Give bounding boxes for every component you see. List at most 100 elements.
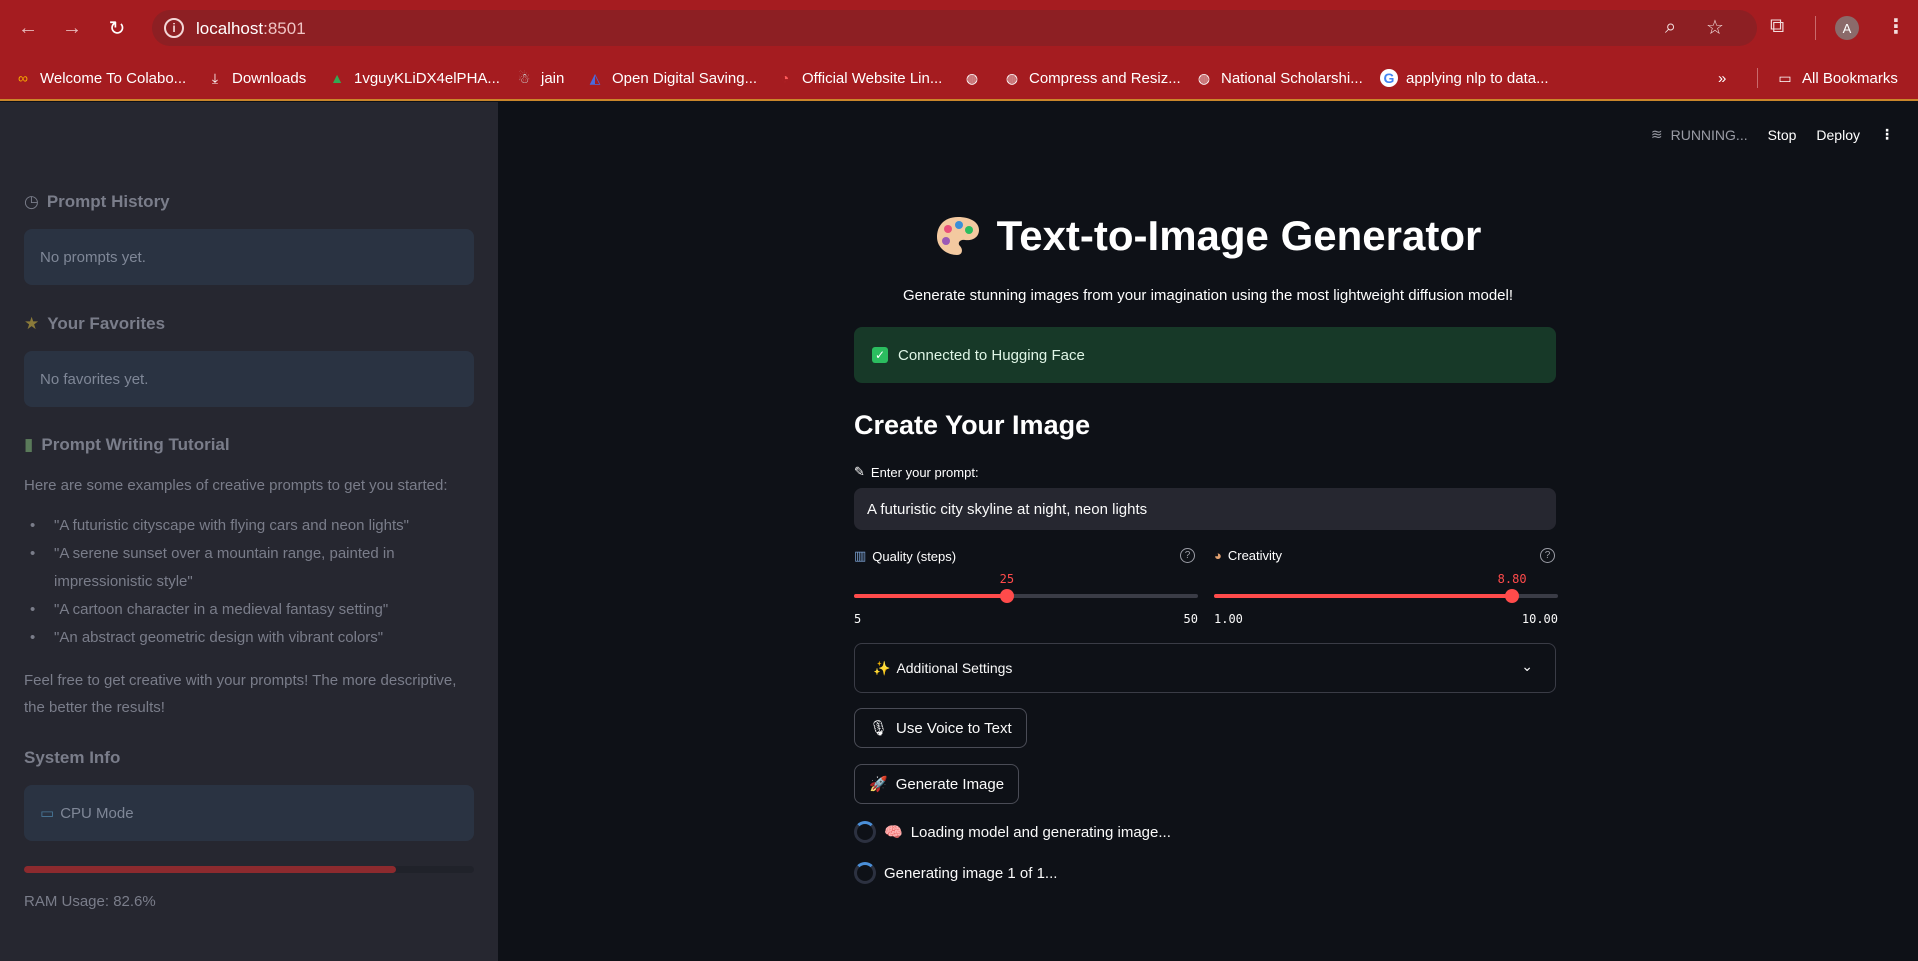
back-icon[interactable]: ←	[14, 14, 42, 42]
quality-label: ▥ Quality (steps)	[854, 548, 957, 564]
history-box: No prompts yet.	[24, 229, 474, 285]
bookmark-digital-saving[interactable]: ◭ Open Digital Saving...	[586, 66, 757, 90]
memo-icon: ✎	[854, 464, 865, 479]
books-icon: ▮	[24, 435, 34, 454]
quality-slider[interactable]: 25 5 50	[854, 564, 1198, 626]
bookmark-compress[interactable]: ◍ Compress and Resiz...	[1003, 66, 1181, 90]
section-title: Create Your Image	[854, 410, 1091, 440]
browser-toolbar: ← → ↻ i localhost:8501 ⌕ ☆ ⧉ A ⋮	[0, 0, 1918, 56]
swimmer-icon: ≋	[1650, 126, 1663, 142]
creativity-slider[interactable]: 8.80 1.00 10.00	[1214, 564, 1558, 626]
prompt-label: ✎ Enter your prompt:	[854, 464, 979, 480]
bookmark-drive[interactable]: ▲ 1vguyKLiDX4elPHA...	[328, 66, 500, 90]
tutorial-heading: ▮ Prompt Writing Tutorial	[24, 435, 230, 454]
extensions-icon[interactable]: ⧉	[1770, 15, 1784, 38]
prompt-input[interactable]	[854, 488, 1556, 530]
running-indicator: ≋ RUNNING...	[1650, 126, 1748, 143]
ram-usage-label: RAM Usage: 82.6%	[24, 893, 156, 910]
tutorial-outro: Feel free to get creative with your prom…	[24, 672, 457, 716]
bookmark-globe[interactable]: ◍	[963, 66, 989, 90]
example-list: "A futuristic cityscape with flying cars…	[24, 512, 464, 652]
slider-thumb[interactable]	[999, 589, 1014, 603]
creativity-label: ◕ Creativity	[1214, 548, 1283, 563]
main-content: ≋ RUNNING... Stop Deploy ⋮ Text-to-Image …	[498, 102, 1918, 961]
bookmark-nlp[interactable]: Gapplying nlp to data...	[1380, 66, 1549, 90]
download-icon: ⤓	[211, 69, 219, 86]
ram-progress-fill	[24, 866, 396, 873]
bookmarks-divider	[1757, 68, 1758, 88]
ram-progress-bar	[24, 866, 474, 873]
bookmark-scholarship[interactable]: ◍ National Scholarshi...	[1195, 66, 1363, 90]
zoom-icon[interactable]: ⌕	[1665, 16, 1676, 39]
progress-status: Generating image 1 of 1...	[854, 862, 1057, 884]
slider-min: 1.00	[1214, 612, 1243, 626]
robot-icon: ☃	[517, 69, 531, 86]
menu-kebab-icon[interactable]: ⋮	[1886, 14, 1906, 39]
address-bar[interactable]: i localhost:8501	[152, 10, 1757, 46]
list-item: "A serene sunset over a mountain range, …	[24, 540, 464, 596]
rocket-icon: 🚀	[869, 776, 888, 793]
loading-status: 🧠 Loading model and generating image...	[854, 821, 1171, 843]
slider-thumb[interactable]	[1505, 589, 1520, 603]
app-menu-icon[interactable]: ⋮	[1880, 126, 1894, 143]
page-title: Text-to-Image Generator	[498, 212, 1918, 260]
microphone-icon: 🎙	[869, 720, 889, 737]
voice-to-text-button[interactable]: 🎙 Use Voice to Text	[854, 708, 1027, 748]
folder-icon: ▭	[1778, 69, 1792, 86]
gauge-icon: ▥	[854, 548, 867, 563]
all-bookmarks[interactable]: ▭ All Bookmarks	[1776, 66, 1897, 90]
history-heading: ◷ Prompt History	[24, 192, 170, 211]
additional-settings-expander[interactable]: ✨ Additional Settings ⌄	[854, 643, 1556, 693]
slider-fill	[1214, 594, 1513, 598]
quality-help-icon[interactable]: ?	[1180, 548, 1195, 563]
bookmarks-bar: ∞ Welcome To Colabo... ⤓ Downloads ▲ 1vguyK…	[0, 56, 1918, 101]
bookmark-official-website[interactable]: ◔ Official Website Lin...	[776, 66, 943, 90]
generate-image-button[interactable]: 🚀 Generate Image	[854, 764, 1020, 804]
app-status-bar: ≋ RUNNING... Stop Deploy ⋮	[1651, 126, 1894, 143]
globe-icon: ◍	[1197, 69, 1211, 86]
profile-avatar[interactable]: A	[1835, 16, 1859, 40]
spinner-icon	[854, 862, 876, 884]
connection-status-alert: ✓ Connected to Hugging Face	[854, 327, 1556, 383]
chevron-down-icon: ⌄	[1521, 658, 1533, 674]
clock-icon: ◷	[24, 192, 39, 211]
laptop-icon: ▭	[40, 805, 55, 822]
more-bookmarks-icon[interactable]: »	[1718, 66, 1726, 90]
bookmark-jain[interactable]: ☃ jain	[515, 66, 565, 90]
globe-icon: ◍	[965, 69, 979, 86]
slider-value: 8.80	[1497, 572, 1527, 586]
globe-icon: ◍	[1005, 69, 1019, 86]
mode-box: ▭ CPU Mode	[24, 785, 474, 841]
creativity-help-icon[interactable]: ?	[1540, 548, 1555, 563]
palette-small-icon: ◕	[1214, 548, 1222, 563]
slider-max: 50	[1183, 612, 1198, 626]
list-item: "A cartoon character in a medieval fanta…	[24, 596, 464, 624]
page-subtitle: Generate stunning images from your imagi…	[902, 287, 1514, 304]
check-icon: ✓	[872, 347, 888, 363]
slider-min: 5	[854, 612, 862, 626]
drive-icon: ▲	[330, 70, 344, 86]
tutorial-intro: Here are some examples of creative promp…	[24, 477, 448, 494]
toolbar-divider	[1815, 16, 1816, 40]
list-item: "A futuristic cityscape with flying cars…	[24, 512, 464, 540]
brain-icon: 🧠	[884, 824, 903, 841]
url-text: localhost:8501	[196, 19, 306, 38]
system-heading: System Info	[24, 748, 121, 767]
bookmark-downloads[interactable]: ⤓ Downloads	[206, 66, 306, 90]
spinner-icon	[854, 821, 876, 843]
website-icon: ◔	[780, 70, 790, 86]
stop-button[interactable]: Stop	[1768, 127, 1797, 143]
bookmark-colab[interactable]: ∞ Welcome To Colabo...	[14, 66, 186, 90]
bank-icon: ◭	[589, 69, 601, 86]
forward-icon[interactable]: →	[58, 14, 86, 42]
reload-icon[interactable]: ↻	[103, 14, 131, 42]
star-icon[interactable]: ☆	[1706, 15, 1724, 40]
favorites-box: No favorites yet.	[24, 351, 474, 407]
deploy-button[interactable]: Deploy	[1816, 127, 1860, 143]
slider-max: 10.00	[1521, 612, 1558, 626]
star-icon: ★	[24, 314, 40, 333]
site-info-icon[interactable]: i	[164, 18, 184, 38]
list-item: "An abstract geometric design with vibra…	[24, 624, 464, 652]
sidebar: ◷ Prompt History No prompts yet. ★ Your Fa…	[0, 102, 498, 961]
favorites-heading: ★ Your Favorites	[24, 314, 166, 333]
